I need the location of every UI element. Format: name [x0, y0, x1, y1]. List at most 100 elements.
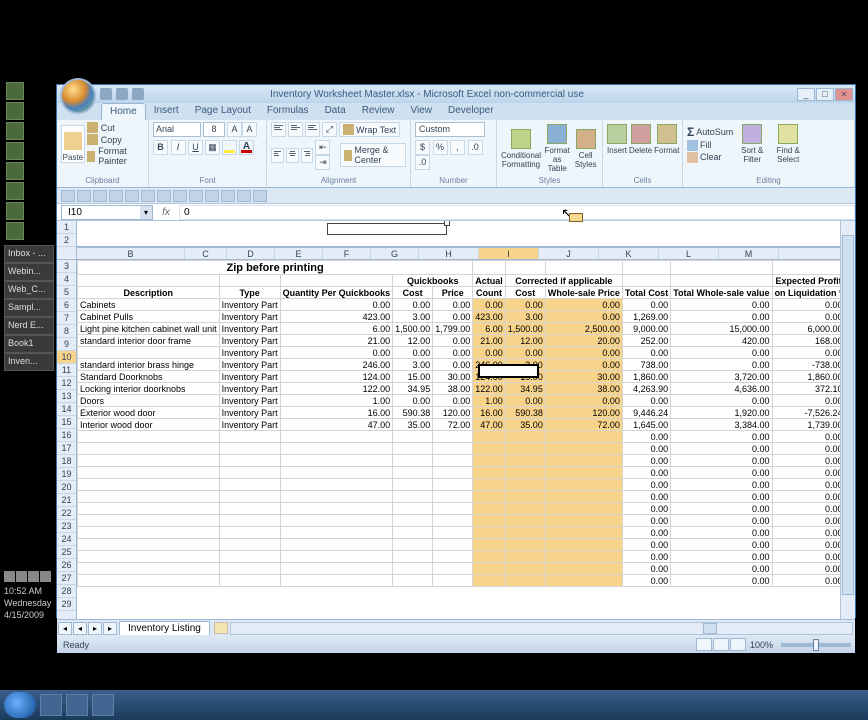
toolbar-icon[interactable] — [173, 190, 187, 202]
qat-redo-icon[interactable] — [132, 88, 144, 100]
autosum-button[interactable]: ΣAutoSum — [687, 125, 733, 139]
cut-button[interactable]: Cut — [87, 122, 144, 133]
tab-insert[interactable]: Insert — [146, 103, 187, 120]
desktop-icon[interactable] — [6, 102, 24, 120]
fill-button[interactable]: Fill — [687, 140, 733, 151]
text-box-shape[interactable] — [327, 223, 447, 235]
toolbar-icon[interactable] — [189, 190, 203, 202]
fill-color-button[interactable] — [222, 140, 237, 155]
desktop-icon[interactable] — [6, 182, 24, 200]
comma-button[interactable]: , — [450, 140, 465, 155]
taskbar-item[interactable] — [66, 694, 88, 716]
format-cells-button[interactable]: Format — [654, 122, 679, 157]
zoom-slider[interactable] — [781, 643, 851, 647]
toolbar-icon[interactable] — [109, 190, 123, 202]
align-middle-button[interactable] — [288, 122, 303, 137]
font-name-select[interactable]: Arial — [153, 122, 201, 137]
desktop-icon[interactable] — [6, 82, 24, 100]
task-tab[interactable]: Book1 — [4, 335, 54, 353]
taskbar-item[interactable] — [92, 694, 114, 716]
scrollbar-thumb[interactable] — [703, 623, 717, 634]
task-tab[interactable]: Nerd E... — [4, 317, 54, 335]
task-tab[interactable]: Web_C... — [4, 281, 54, 299]
slider-thumb[interactable] — [813, 639, 819, 651]
toolbar-icon[interactable] — [61, 190, 75, 202]
italic-button[interactable]: I — [171, 140, 186, 155]
task-tab[interactable]: Inven... — [4, 353, 54, 371]
cell-styles-button[interactable]: Cell Styles — [573, 127, 598, 171]
office-button[interactable] — [60, 78, 96, 114]
wrap-text-button[interactable]: Wrap Text — [339, 122, 400, 137]
copy-button[interactable]: Copy — [87, 134, 144, 145]
toolbar-icon[interactable] — [253, 190, 267, 202]
insert-cells-button[interactable]: Insert — [607, 122, 627, 157]
chevron-down-icon[interactable]: ▾ — [140, 206, 152, 219]
toolbar-icon[interactable] — [77, 190, 91, 202]
desktop-icon[interactable] — [6, 202, 24, 220]
vertical-scrollbar[interactable] — [840, 221, 855, 619]
number-format-select[interactable]: Custom — [415, 122, 485, 137]
toolbar-icon[interactable] — [125, 190, 139, 202]
fx-button[interactable]: fx — [153, 207, 179, 218]
page-layout-view-button[interactable] — [713, 638, 729, 651]
toolbar-icon[interactable] — [141, 190, 155, 202]
conditional-formatting-button[interactable]: Conditional Formatting — [501, 127, 541, 171]
tab-nav-prev[interactable]: ◂ — [73, 622, 87, 635]
task-tab[interactable]: Webin... — [4, 263, 54, 281]
increase-indent-button[interactable]: ⇥ — [315, 155, 330, 170]
tab-nav-first[interactable]: ◂ — [58, 622, 72, 635]
decrease-indent-button[interactable]: ⇤ — [315, 140, 330, 155]
shrink-font-button[interactable]: A — [242, 122, 257, 137]
resize-handle[interactable] — [444, 221, 450, 226]
border-button[interactable]: ▦ — [205, 140, 220, 155]
delete-cells-button[interactable]: Delete — [629, 122, 652, 157]
orientation-button[interactable]: ⤢ — [322, 122, 337, 137]
new-sheet-button[interactable] — [214, 622, 228, 634]
paste-button[interactable]: Paste — [61, 125, 85, 163]
maximize-button[interactable]: □ — [816, 88, 834, 101]
worksheet-grid[interactable]: 1234567891011121314151617181920212223242… — [57, 221, 855, 619]
titlebar[interactable]: Inventory Worksheet Master.xlsx - Micros… — [57, 85, 855, 103]
normal-view-button[interactable] — [696, 638, 712, 651]
start-button[interactable] — [4, 692, 36, 718]
name-box[interactable]: I10▾ — [61, 205, 153, 220]
sheet-tab[interactable]: Inventory Listing — [119, 621, 210, 635]
zoom-level[interactable]: 100% — [746, 640, 777, 650]
tab-nav-next[interactable]: ▸ — [88, 622, 102, 635]
font-size-select[interactable]: 8 — [203, 122, 225, 137]
decrease-decimal-button[interactable]: .0 — [415, 155, 430, 170]
toolbar-icon[interactable] — [93, 190, 107, 202]
desktop-icon[interactable] — [6, 122, 24, 140]
align-right-button[interactable] — [301, 148, 314, 163]
data-table[interactable]: Zip before printingQuickbooksActualCorre… — [77, 260, 855, 587]
tab-developer[interactable]: Developer — [440, 103, 502, 120]
toolbar-icon[interactable] — [205, 190, 219, 202]
row-headers[interactable]: 1234567891011121314151617181920212223242… — [57, 221, 77, 619]
tab-data[interactable]: Data — [317, 103, 354, 120]
align-bottom-button[interactable] — [305, 122, 320, 137]
close-button[interactable]: × — [835, 88, 853, 101]
column-headers[interactable]: BCDEFGHIJKLM — [77, 247, 855, 260]
minimize-button[interactable]: _ — [797, 88, 815, 101]
merge-center-button[interactable]: Merge & Center — [340, 143, 406, 167]
font-color-button[interactable]: A — [239, 140, 254, 155]
desktop-icon[interactable] — [6, 162, 24, 180]
underline-button[interactable]: U — [188, 140, 203, 155]
clear-button[interactable]: Clear — [687, 152, 733, 163]
bold-button[interactable]: B — [153, 140, 168, 155]
desktop-icon[interactable] — [6, 142, 24, 160]
currency-button[interactable]: $ — [415, 140, 430, 155]
horizontal-scrollbar[interactable] — [230, 622, 853, 635]
tab-page-layout[interactable]: Page Layout — [187, 103, 259, 120]
formula-input[interactable]: 0 — [179, 205, 855, 220]
tab-review[interactable]: Review — [354, 103, 403, 120]
align-left-button[interactable] — [271, 148, 284, 163]
tab-home[interactable]: Home — [101, 103, 146, 120]
toolbar-icon[interactable] — [237, 190, 251, 202]
task-tab[interactable]: Sampl... — [4, 299, 54, 317]
tab-nav-last[interactable]: ▸ — [103, 622, 117, 635]
percent-button[interactable]: % — [433, 140, 448, 155]
desktop-icon[interactable] — [6, 222, 24, 240]
grow-font-button[interactable]: A — [227, 122, 242, 137]
find-select-button[interactable]: Find & Select — [771, 122, 805, 166]
